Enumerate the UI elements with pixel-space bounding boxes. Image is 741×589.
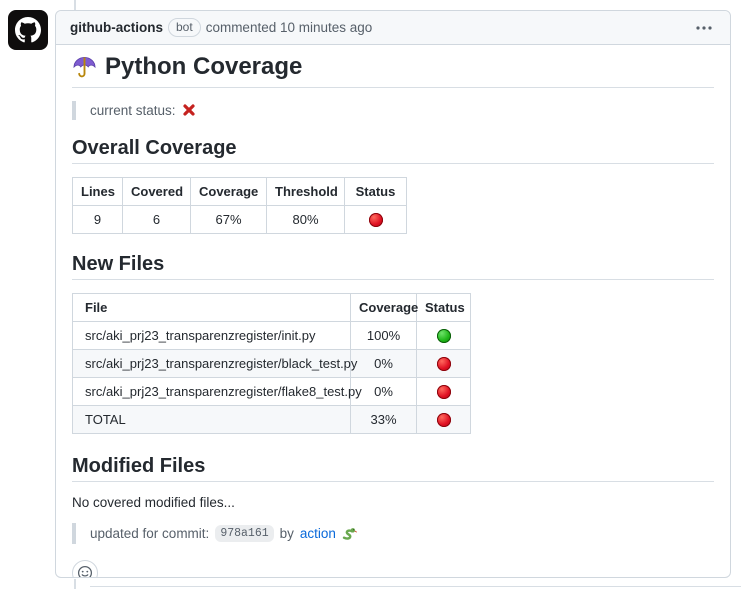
file-path: src/aki_prj23_transparenzregister/init.p… xyxy=(73,321,351,349)
avatar[interactable] xyxy=(8,10,48,50)
file-path: src/aki_prj23_transparenzregister/black_… xyxy=(73,349,351,377)
current-status-label: current status: xyxy=(90,103,176,118)
updated-commit-label: updated for commit: xyxy=(90,526,209,541)
coverage-value: 33% xyxy=(351,405,417,433)
new-files-table: File Coverage Status src/aki_prj23_trans… xyxy=(72,293,471,434)
overall-coverage-table: Lines Covered Coverage Threshold Status … xyxy=(72,177,407,234)
report-title: Python Coverage xyxy=(72,53,714,88)
covered-value: 6 xyxy=(123,205,191,233)
add-reaction-button[interactable] xyxy=(72,560,98,578)
status-dot-icon xyxy=(437,413,451,427)
coverage-value: 0% xyxy=(351,349,417,377)
updated-commit-quote: updated for commit: 978a161 by action xyxy=(72,523,714,544)
overall-coverage-heading: Overall Coverage xyxy=(72,136,714,164)
table-row: 9 6 67% 80% xyxy=(73,205,407,233)
status-dot-icon xyxy=(437,357,451,371)
threshold-value: 80% xyxy=(267,205,345,233)
col-file: File xyxy=(73,293,351,321)
status-dot-icon xyxy=(369,213,383,227)
col-coverage: Coverage xyxy=(351,293,417,321)
cross-mark-icon xyxy=(182,103,196,117)
timestamp-link[interactable]: commented 10 minutes ago xyxy=(206,20,373,35)
smiley-icon xyxy=(77,565,93,578)
coverage-value: 100% xyxy=(351,321,417,349)
col-lines: Lines xyxy=(73,177,123,205)
table-row: src/aki_prj23_transparenzregister/flake8… xyxy=(73,377,471,405)
github-octocat-icon xyxy=(15,17,41,43)
comment-body: Python Coverage current status: Overall … xyxy=(56,45,730,578)
next-item-top-edge xyxy=(90,586,741,587)
table-header-row: File Coverage Status xyxy=(73,293,471,321)
file-path: TOTAL xyxy=(73,405,351,433)
col-status: Status xyxy=(345,177,407,205)
by-text: by xyxy=(280,526,294,541)
table-row: src/aki_prj23_transparenzregister/black_… xyxy=(73,349,471,377)
no-modified-files-text: No covered modified files... xyxy=(72,495,714,510)
comment-menu-button[interactable] xyxy=(692,22,716,34)
coverage-value: 67% xyxy=(191,205,267,233)
page: github-actions bot commented 10 minutes … xyxy=(0,0,741,589)
kebab-horizontal-icon xyxy=(696,26,712,30)
file-path: src/aki_prj23_transparenzregister/flake8… xyxy=(73,377,351,405)
col-covered: Covered xyxy=(123,177,191,205)
bot-badge: bot xyxy=(168,18,201,37)
status-value xyxy=(345,205,407,233)
timeline-line-top xyxy=(74,0,76,10)
author-link[interactable]: github-actions xyxy=(70,20,163,35)
status-dot-icon xyxy=(437,329,451,343)
status-value xyxy=(417,377,471,405)
col-threshold: Threshold xyxy=(267,177,345,205)
comment-header: github-actions bot commented 10 minutes … xyxy=(56,11,730,45)
timeline-line-bottom xyxy=(74,579,76,589)
col-coverage: Coverage xyxy=(191,177,267,205)
commit-hash-chip: 978a161 xyxy=(215,525,273,542)
table-row: src/aki_prj23_transparenzregister/init.p… xyxy=(73,321,471,349)
comment-card: github-actions bot commented 10 minutes … xyxy=(55,10,731,578)
lines-value: 9 xyxy=(73,205,123,233)
status-value xyxy=(417,405,471,433)
table-row: TOTAL 33% xyxy=(73,405,471,433)
status-value xyxy=(417,321,471,349)
col-status: Status xyxy=(417,293,471,321)
action-link[interactable]: action xyxy=(300,526,336,541)
snake-icon xyxy=(342,526,357,541)
report-title-text: Python Coverage xyxy=(105,53,302,82)
new-files-heading: New Files xyxy=(72,252,714,280)
status-dot-icon xyxy=(437,385,451,399)
umbrella-icon xyxy=(72,55,97,80)
table-header-row: Lines Covered Coverage Threshold Status xyxy=(73,177,407,205)
status-value xyxy=(417,349,471,377)
modified-files-heading: Modified Files xyxy=(72,454,714,482)
current-status-quote: current status: xyxy=(72,101,714,120)
